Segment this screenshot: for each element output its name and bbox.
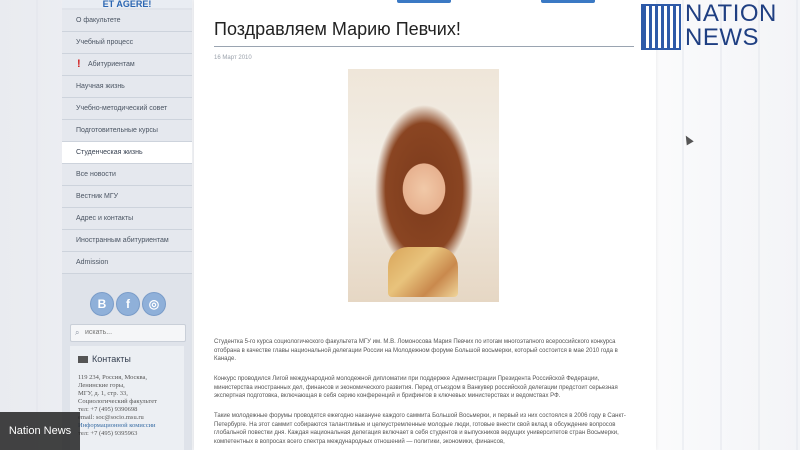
contact-line: тел: +7 (495) 9395963 [78, 430, 138, 437]
contacts-body: 119 234, Россия, Москва, Ленинские горы,… [78, 374, 182, 438]
sidebar: ET AGERE! О факультете Учебный процесс !… [62, 0, 192, 450]
contacts-block: Контакты 119 234, Россия, Москва, Ленинс… [70, 346, 184, 450]
search-box: ⌕ [70, 324, 186, 342]
sidebar-item-admission[interactable]: Admission [62, 252, 192, 274]
page-title: Поздравляем Марию Певчих! [214, 19, 461, 39]
contact-link[interactable]: Информационной комиссии [78, 422, 182, 430]
contact-line: 119 234, Россия, Москва, [78, 374, 148, 381]
contact-line: тел: +7 (495) 9390698 [78, 406, 138, 413]
contact-line: Ленинские горы, [78, 382, 125, 389]
sidebar-item-council[interactable]: Учебно-методический совет [62, 98, 192, 120]
contacts-heading: Контакты [78, 354, 131, 364]
sidebar-item-foreign[interactable]: Иностранным абитуриентам [62, 230, 192, 252]
sidebar-logo[interactable]: ET AGERE! [62, 0, 192, 8]
sidebar-item-applicants[interactable]: ! Абитуриентам [62, 54, 192, 76]
article-card: Поздравляем Марию Певчих! 16 Март 2010 С… [194, 0, 656, 450]
sidebar-item-label: Абитуриентам [88, 61, 135, 68]
nation-news-wordmark: NATION NEWS [685, 2, 777, 50]
photo-scarf [388, 247, 458, 297]
search-input[interactable] [85, 326, 181, 338]
sidebar-item-herald[interactable]: Вестник МГУ [62, 186, 192, 208]
article-photo [348, 69, 499, 302]
contact-line: МГУ, д. 1, стр. 33, [78, 390, 128, 397]
vk-icon[interactable]: В [90, 292, 114, 316]
title-divider [214, 46, 634, 47]
top-nav-tab[interactable] [397, 0, 451, 3]
contacts-heading-label: Контакты [92, 354, 131, 364]
top-nav-tab[interactable] [541, 0, 595, 3]
article-paragraph: Конкурс проводился Лигой международной м… [214, 376, 618, 400]
facebook-icon[interactable]: f [116, 292, 140, 316]
sidebar-item-about[interactable]: О факультете [62, 10, 192, 32]
contact-line: Социологический факультет [78, 398, 157, 405]
nation-news-line1: NATION [685, 0, 777, 27]
nation-news-mark-icon [641, 4, 681, 50]
sidebar-item-study[interactable]: Учебный процесс [62, 32, 192, 54]
social-links: В f ◎ [90, 292, 190, 316]
contact-email[interactable]: email: soc@socio.msu.ru [78, 414, 182, 422]
nation-news-logo: NATION NEWS [641, 2, 791, 52]
instagram-icon[interactable]: ◎ [142, 292, 166, 316]
search-icon: ⌕ [75, 328, 80, 337]
nation-news-badge: Nation News [0, 412, 80, 450]
sidebar-item-courses[interactable]: Подготовительные курсы [62, 120, 192, 142]
sidebar-item-contacts[interactable]: Адрес и контакты [62, 208, 192, 230]
article-paragraph: Такие молодежные форумы проводятся ежего… [214, 413, 626, 445]
sidebar-item-news[interactable]: Все новости [62, 164, 192, 186]
envelope-icon [78, 356, 88, 363]
nation-news-line2: NEWS [685, 24, 759, 51]
sidebar-item-student-life[interactable]: Студенческая жизнь [62, 142, 192, 164]
exclamation-icon: ! [77, 58, 81, 70]
article-paragraph: Студентка 5-го курса социологического фа… [214, 339, 618, 363]
sidebar-nav: О факультете Учебный процесс ! Абитуриен… [62, 10, 192, 274]
article-date: 16 Март 2010 [214, 55, 252, 61]
sidebar-item-science[interactable]: Научная жизнь [62, 76, 192, 98]
